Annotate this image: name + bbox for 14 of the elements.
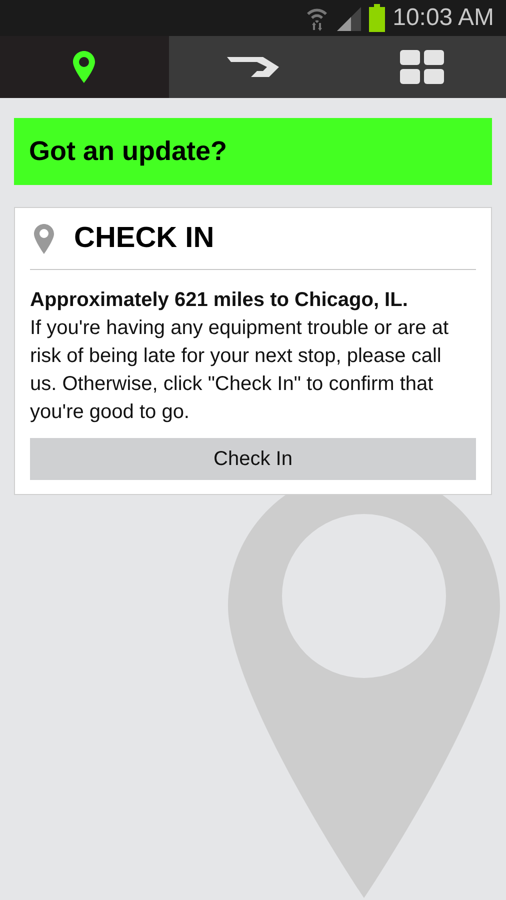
battery-icon bbox=[368, 4, 385, 32]
check-in-button[interactable]: Check In bbox=[30, 438, 476, 480]
turn-arrow-icon bbox=[227, 57, 279, 77]
nav-tab[interactable] bbox=[0, 36, 169, 98]
card-title: CHECK IN bbox=[74, 220, 214, 256]
location-pin-icon bbox=[73, 51, 96, 83]
check-in-message: Approximately 621 miles to Chicago, IL. If you're having any equipment trouble or are at risk of being late for your next stop, please call us. Otherwise, click "Check In" to confirm that you're good to go. bbox=[30, 288, 450, 425]
signal-icon bbox=[336, 5, 361, 31]
nav-tab[interactable] bbox=[168, 36, 338, 98]
nav-tab[interactable] bbox=[337, 36, 506, 98]
banner-title: Got an update? bbox=[29, 135, 227, 168]
clock-time: 10:03 AM bbox=[392, 6, 494, 30]
grid-icon bbox=[400, 50, 444, 84]
location-pin-icon bbox=[34, 224, 54, 254]
